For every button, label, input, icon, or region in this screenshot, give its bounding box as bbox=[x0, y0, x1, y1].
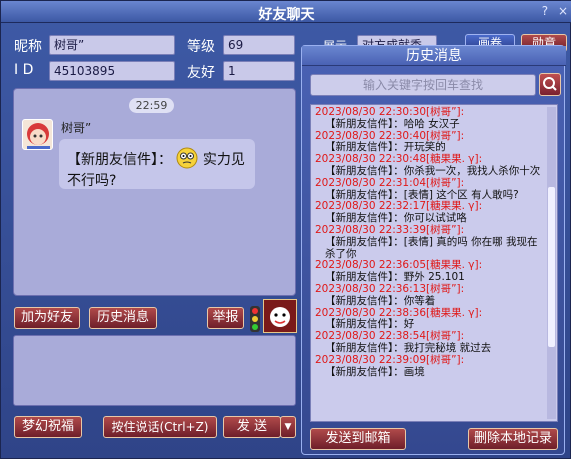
history-entry: 2023/08/30 22:32:17[糖果果. γ]: 【新朋友信件】：你可以试… bbox=[315, 200, 545, 225]
entry-timestamp: 2023/08/30 22:38:36 bbox=[315, 306, 427, 319]
send-button[interactable]: 发 送 bbox=[223, 416, 281, 438]
entry-timestamp: 2023/08/30 22:30:30 bbox=[315, 106, 427, 118]
history-search-input[interactable]: 输入关键字按回车查找 bbox=[310, 74, 536, 96]
entry-timestamp: 2023/08/30 22:33:39 bbox=[315, 223, 427, 236]
friendship-field: 1 bbox=[223, 61, 295, 81]
signal-light-icon bbox=[250, 306, 260, 332]
level-label: 等级 bbox=[187, 39, 215, 55]
title-icons: ? × bbox=[536, 4, 568, 18]
chat-time: 22:59 bbox=[129, 98, 174, 113]
confused-face-icon bbox=[176, 147, 198, 173]
message-bubble: 【新朋友信件】： 实力见不行吗? bbox=[59, 139, 255, 189]
entry-timestamp: 2023/08/30 22:36:05 bbox=[315, 259, 427, 272]
message-prefix: 【新朋友信件】： bbox=[67, 152, 172, 168]
search-button[interactable] bbox=[539, 73, 561, 96]
title-bar[interactable]: 好友聊天 ? × bbox=[1, 1, 571, 23]
message-input[interactable] bbox=[13, 335, 296, 406]
scrollbar-thumb[interactable] bbox=[548, 187, 555, 347]
send-options-dropdown[interactable]: ▼ bbox=[280, 416, 296, 438]
add-friend-button[interactable]: 加为好友 bbox=[14, 307, 80, 329]
entry-name: [树哥”]: bbox=[426, 176, 465, 189]
history-entry: 2023/08/30 22:38:54[树哥”]: 【新朋友信件】：我打完秘境 就… bbox=[315, 330, 545, 355]
history-log: 2023/08/30 22:30:30[树哥”]: 【新朋友信件】：哈哈 女汉子 2… bbox=[310, 104, 558, 422]
window-title: 好友聊天 bbox=[258, 7, 315, 23]
entry-name: [树哥”]: bbox=[426, 223, 465, 236]
close-icon[interactable]: × bbox=[558, 4, 568, 18]
history-entry: 2023/08/30 22:38:36[糖果果. γ]: 【新朋友信件】：好 bbox=[315, 306, 545, 332]
dream-wish-button[interactable]: 梦幻祝福 bbox=[14, 416, 82, 438]
entry-text: 【新朋友信件】：画境 bbox=[325, 365, 425, 378]
entry-name: [树哥”]: bbox=[426, 353, 465, 366]
entry-name: [树哥”]: bbox=[426, 106, 465, 118]
friendship-label: 友好 bbox=[187, 65, 215, 81]
history-entry: 2023/08/30 22:39:09[树哥”]: 【新朋友信件】：画境 bbox=[315, 353, 545, 379]
chevron-down-icon: ▼ bbox=[284, 422, 292, 432]
history-scrollbar[interactable] bbox=[547, 107, 556, 419]
entry-name: [糖果果. γ]: bbox=[426, 200, 483, 213]
entry-name: [树哥”]: bbox=[426, 330, 465, 343]
chat-area: 22:59 树哥” 【新朋友信件】： 实力见不行吗? bbox=[13, 88, 296, 296]
history-entry: 2023/08/30 22:30:40[树哥”]: 【新朋友信件】：开玩笑的 bbox=[315, 129, 545, 155]
push-to-talk-button[interactable]: 按住说话(Ctrl+Z) bbox=[103, 416, 217, 438]
entry-timestamp: 2023/08/30 22:38:54 bbox=[315, 330, 427, 343]
report-button[interactable]: 举报 bbox=[207, 307, 244, 329]
history-entry: 2023/08/30 22:31:04[树哥”]: 【新朋友信件】：[表情] 这个… bbox=[315, 176, 545, 202]
history-entry: 2023/08/30 22:33:39[树哥”]: 【新朋友信件】：[表情] 真的… bbox=[315, 223, 545, 260]
id-field: 45103895 bbox=[49, 61, 175, 81]
nickname-field: 树哥” bbox=[49, 35, 175, 55]
entry-name: [树哥”]: bbox=[426, 282, 465, 295]
entry-timestamp: 2023/08/30 22:30:40 bbox=[315, 129, 427, 142]
history-entry: 2023/08/30 22:36:05[糖果果. γ]: 【新朋友信件】：野外 2… bbox=[315, 259, 545, 284]
history-panel: 历史消息 输入关键字按回车查找 2023/08/30 22:30:30[树哥”]… bbox=[301, 45, 566, 455]
entry-timestamp: 2023/08/30 22:36:13 bbox=[315, 282, 427, 295]
delete-local-button[interactable]: 删除本地记录 bbox=[468, 428, 558, 450]
id-label: I D bbox=[14, 62, 34, 78]
level-field: 69 bbox=[223, 35, 295, 55]
history-entry: 2023/08/30 22:36:13[树哥”]: 【新朋友信件】：你等着 bbox=[315, 282, 545, 308]
entry-timestamp: 2023/08/30 22:31:04 bbox=[315, 176, 427, 189]
history-button[interactable]: 历史消息 bbox=[89, 307, 157, 329]
entry-timestamp: 2023/08/30 22:30:48 bbox=[315, 153, 427, 166]
entry-name: [糖果果. γ]: bbox=[426, 306, 483, 319]
avatar[interactable] bbox=[22, 119, 53, 150]
history-entries: 2023/08/30 22:30:30[树哥”]: 【新朋友信件】：哈哈 女汉子 2… bbox=[315, 106, 545, 379]
entry-name: [糖果果. γ]: bbox=[426, 259, 483, 272]
entry-text: 【新朋友信件】：[表情] 真的吗 你在哪 我现在杀了你 bbox=[325, 235, 538, 260]
nickname-label: 昵称 bbox=[14, 39, 42, 55]
pet-avatar-icon[interactable] bbox=[263, 299, 297, 333]
history-entry: 2023/08/30 22:30:30[树哥”]: 【新朋友信件】：哈哈 女汉子 bbox=[315, 106, 545, 131]
entry-name: [糖果果. γ]: bbox=[426, 153, 483, 166]
help-icon[interactable]: ? bbox=[542, 4, 548, 18]
entry-timestamp: 2023/08/30 22:32:17 bbox=[315, 200, 427, 213]
history-title: 历史消息 bbox=[302, 46, 566, 66]
entry-timestamp: 2023/08/30 22:39:09 bbox=[315, 353, 427, 366]
entry-name: [树哥”]: bbox=[426, 129, 465, 142]
search-icon bbox=[543, 77, 557, 91]
sender-name: 树哥” bbox=[61, 121, 92, 135]
send-to-email-button[interactable]: 发送到邮箱 bbox=[310, 428, 406, 450]
history-entry: 2023/08/30 22:30:48[糖果果. γ]: 【新朋友信件】：你杀我一… bbox=[315, 153, 545, 178]
